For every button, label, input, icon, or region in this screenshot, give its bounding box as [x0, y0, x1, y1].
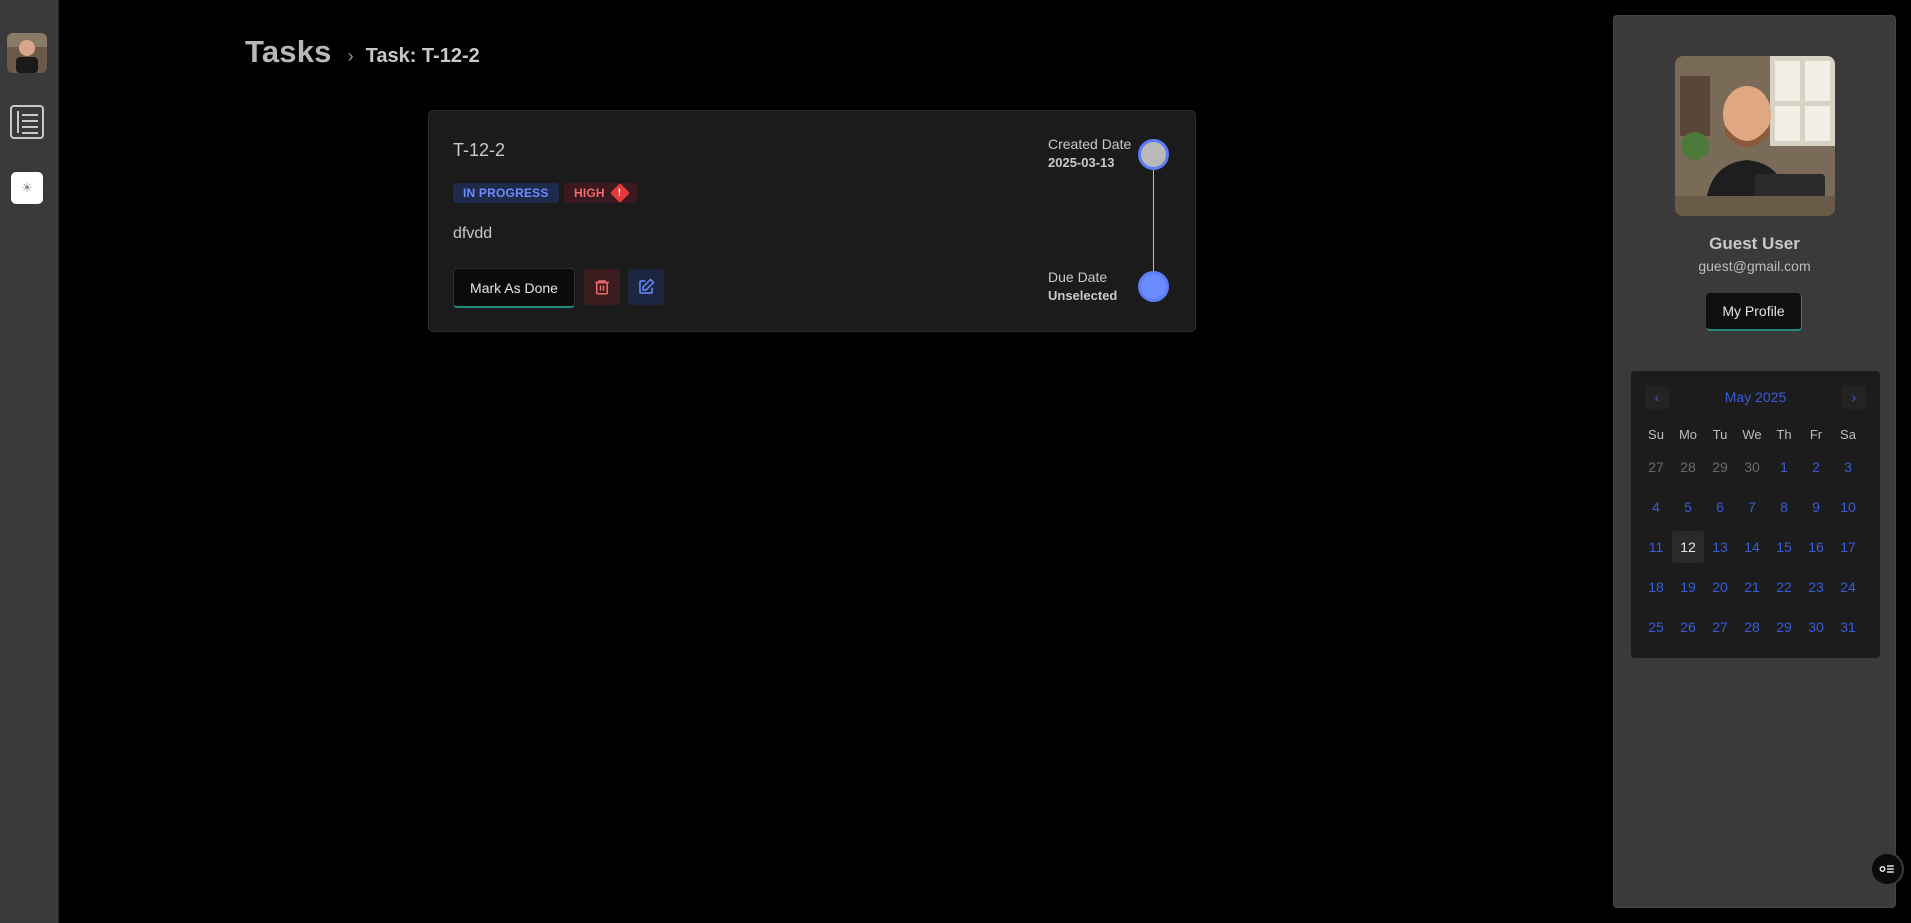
warning-icon: ! — [609, 183, 630, 203]
calendar-day[interactable]: 8 — [1768, 487, 1800, 527]
task-description: dfvdd — [453, 225, 493, 242]
task-list-icon — [1879, 865, 1894, 873]
page-title: Task: T-12-2 — [365, 45, 480, 67]
calendar-day[interactable]: 25 — [1640, 607, 1672, 647]
my-profile-button[interactable]: My Profile — [1706, 293, 1802, 331]
calendar-day[interactable]: 4 — [1640, 487, 1672, 527]
calendar-day[interactable]: 27 — [1704, 607, 1736, 647]
calendar-day[interactable]: 3 — [1832, 447, 1864, 487]
calendar-day[interactable]: 17 — [1832, 527, 1864, 567]
calendar-weekday: Su — [1648, 427, 1664, 442]
trash-icon — [595, 280, 609, 295]
breadcrumb-separator-icon: › — [347, 46, 354, 66]
calendar-day[interactable]: 31 — [1832, 607, 1864, 647]
tasks-list-icon[interactable] — [10, 105, 44, 139]
created-timeline-dot — [1138, 139, 1169, 170]
calendar-day[interactable]: 14 — [1736, 527, 1768, 567]
calendar-day[interactable]: 7 — [1736, 487, 1768, 527]
calendar-day[interactable]: 19 — [1672, 567, 1704, 607]
calendar-weekday: Sa — [1840, 427, 1856, 442]
calendar-weekday: Th — [1776, 427, 1792, 442]
calendar-day[interactable]: 20 — [1704, 567, 1736, 607]
calendar-day[interactable]: 29 — [1768, 607, 1800, 647]
due-date: Due Date Unselected — [1048, 269, 1117, 303]
calendar-day[interactable]: 2 — [1800, 447, 1832, 487]
profile-name: Guest User — [1709, 234, 1800, 253]
calendar-day[interactable]: 28 — [1672, 447, 1704, 487]
calendar-day[interactable]: 1 — [1768, 447, 1800, 487]
due-date-label: Due Date — [1048, 269, 1108, 285]
calendar-day[interactable]: 28 — [1736, 607, 1768, 647]
task-id: T-12-2 — [453, 140, 506, 160]
calendar-weekday: Fr — [1809, 427, 1823, 442]
edit-button[interactable] — [628, 269, 664, 305]
calendar-day[interactable]: 21 — [1736, 567, 1768, 607]
calendar-day[interactable]: 26 — [1672, 607, 1704, 647]
task-list-fab-button[interactable] — [1870, 852, 1904, 886]
due-date-value: Unselected — [1048, 288, 1118, 303]
calendar-day[interactable]: 29 — [1704, 447, 1736, 487]
calendar-day[interactable]: 10 — [1832, 487, 1864, 527]
user-avatar[interactable] — [7, 33, 47, 73]
calendar-weekday: We — [1742, 427, 1762, 442]
mark-as-done-button[interactable]: Mark As Done — [453, 268, 575, 308]
calendar-day[interactable]: 30 — [1736, 447, 1768, 487]
calendar-day[interactable]: 30 — [1800, 607, 1832, 647]
timeline-connector — [1153, 151, 1154, 287]
breadcrumb-tasks-link[interactable]: Tasks — [245, 34, 332, 70]
priority-badge-label: HIGH — [574, 186, 605, 200]
calendar-day[interactable]: 18 — [1640, 567, 1672, 607]
calendar-day[interactable]: 23 — [1800, 567, 1832, 607]
due-timeline-dot[interactable] — [1138, 271, 1169, 302]
calendar: ‹ May 2025 › Su Mo Tu We Th Fr Sa 27 28 29 30 1 2 3 4 5… — [1631, 371, 1880, 658]
calendar-day[interactable]: 15 — [1768, 527, 1800, 567]
calendar-day[interactable]: 22 — [1768, 567, 1800, 607]
calendar-day[interactable]: 27 — [1640, 447, 1672, 487]
priority-badge: HIGH ! — [564, 183, 637, 203]
left-sidebar: ☀ — [0, 0, 59, 923]
calendar-day[interactable]: 9 — [1800, 487, 1832, 527]
created-date-value: 2025-03-13 — [1048, 155, 1115, 170]
profile-email: guest@gmail.com — [1698, 258, 1811, 274]
theme-toggle-sun-icon[interactable]: ☀ — [11, 172, 43, 204]
calendar-next-chevron-icon[interactable]: › — [1842, 385, 1866, 409]
status-badge: IN PROGRESS — [453, 183, 559, 203]
profile-image — [1675, 56, 1835, 216]
status-badge-label: IN PROGRESS — [463, 186, 549, 200]
breadcrumb: Tasks › Task: T-12-2 — [245, 34, 480, 70]
calendar-grid: Su Mo Tu We Th Fr Sa 27 28 29 30 1 2 3 4 5 6 7 8 9 10 11 12 13 1… — [1640, 423, 1864, 647]
calendar-day[interactable]: 13 — [1704, 527, 1736, 567]
calendar-day[interactable]: 12 — [1672, 527, 1704, 567]
created-date: Created Date 2025-03-13 — [1048, 136, 1131, 170]
calendar-day[interactable]: 16 — [1800, 527, 1832, 567]
calendar-day[interactable]: 11 — [1640, 527, 1672, 567]
calendar-day[interactable]: 5 — [1672, 487, 1704, 527]
calendar-weekday: Tu — [1712, 427, 1728, 442]
edit-icon — [639, 278, 655, 294]
created-date-label: Created Date — [1048, 136, 1132, 152]
calendar-day[interactable]: 24 — [1832, 567, 1864, 607]
profile-panel: Guest User guest@gmail.com My Profile ‹ … — [1613, 15, 1896, 908]
calendar-day[interactable]: 6 — [1704, 487, 1736, 527]
task-card: T-12-2 IN PROGRESS HIGH ! dfvdd Mark As … — [428, 110, 1196, 332]
calendar-weekday: Mo — [1678, 427, 1698, 442]
delete-button[interactable] — [584, 269, 620, 305]
